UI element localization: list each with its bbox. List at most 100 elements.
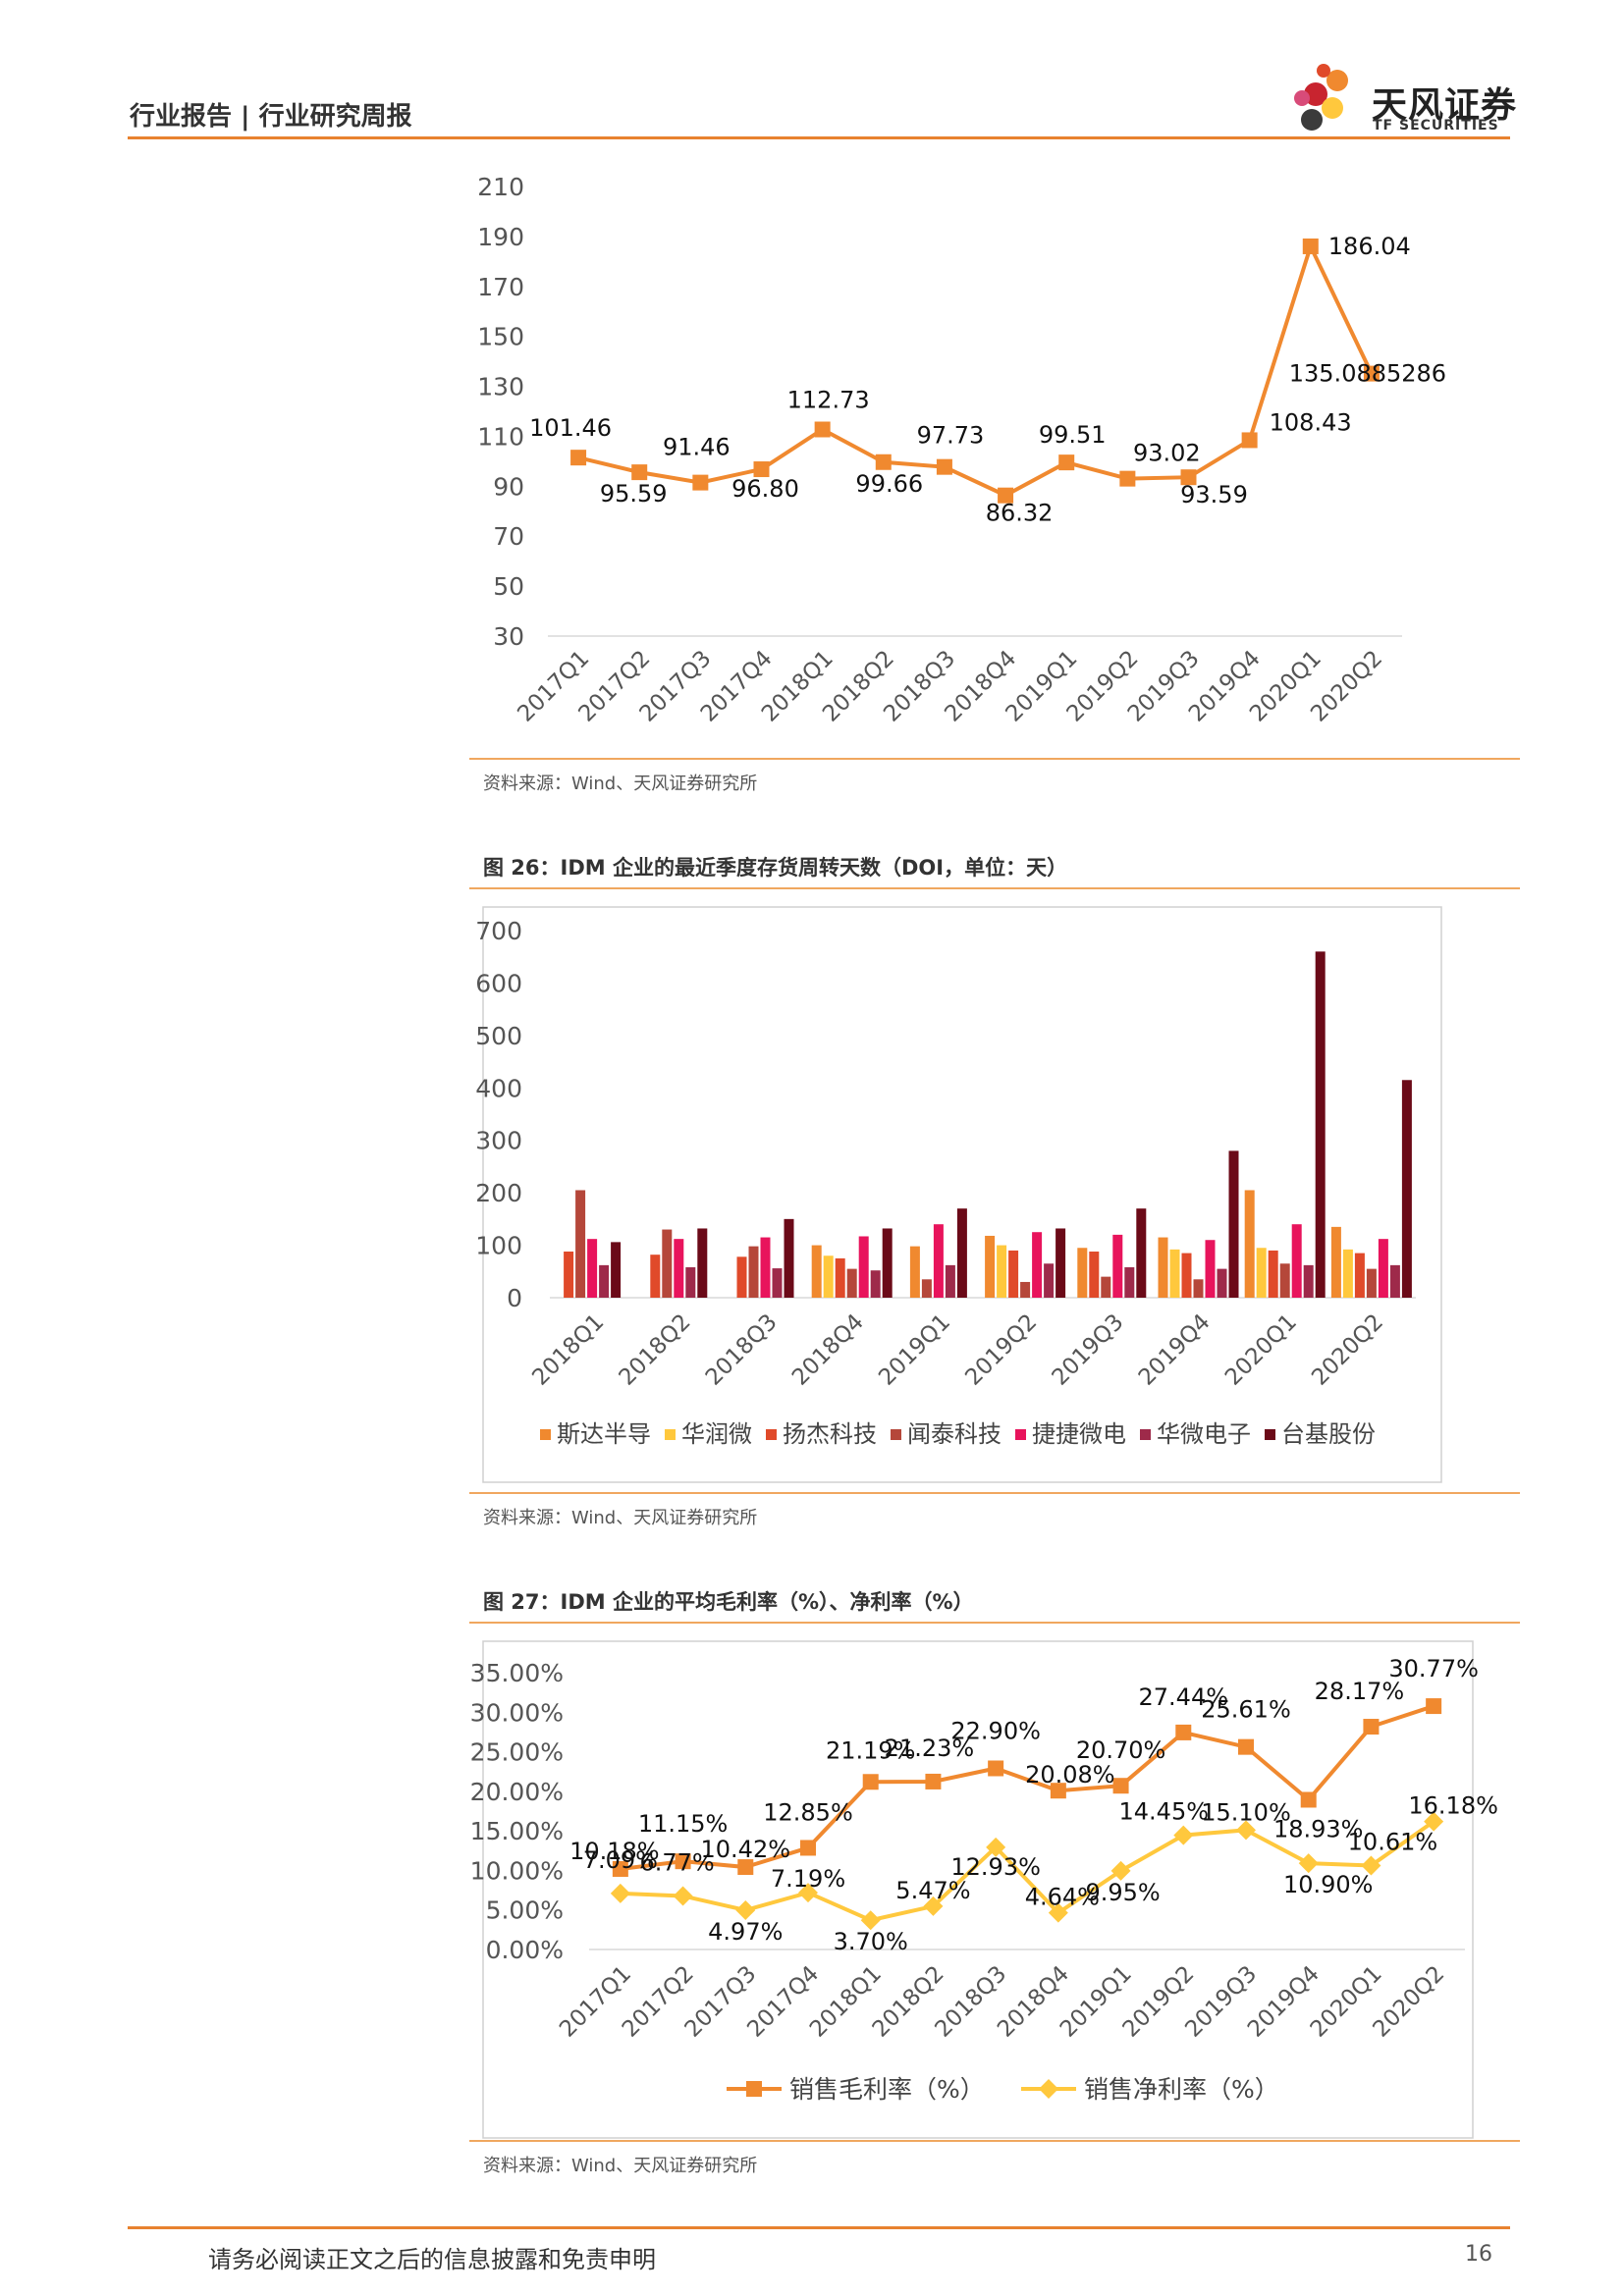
data-label: 96.80 (731, 475, 799, 503)
data-label: 101.46 (529, 414, 612, 442)
y-tick-label: 600 (475, 969, 522, 997)
data-label: 22.90% (950, 1717, 1041, 1744)
bar (650, 1255, 661, 1298)
bar (1044, 1263, 1055, 1298)
bar (1389, 1264, 1400, 1298)
data-point-marker (814, 421, 831, 438)
bar (1136, 1208, 1147, 1298)
data-label: 30.77% (1388, 1655, 1479, 1682)
y-tick-label: 90 (493, 472, 524, 501)
bar (674, 1239, 684, 1298)
data-label: 20.08% (1025, 1761, 1115, 1789)
bar (1124, 1267, 1135, 1298)
data-label: 4.97% (708, 1918, 783, 1946)
figure-26-title: 图 26：IDM 企业的最近季度存货周转天数（DOI，单位：天） (483, 856, 1068, 880)
data-point-marker (1058, 454, 1075, 471)
figure-27-source: 资料来源：Wind、天风证券研究所 (483, 2156, 758, 2176)
bar (1032, 1232, 1043, 1298)
legend-label: 闻泰科技 (907, 1420, 1001, 1448)
bar (909, 1246, 920, 1298)
bar (1112, 1234, 1123, 1298)
bar (587, 1239, 598, 1298)
y-tick-label: 170 (477, 273, 524, 301)
bar (997, 1245, 1007, 1298)
bar (1330, 1226, 1341, 1298)
bar (685, 1267, 696, 1298)
data-point-marker (1238, 1738, 1254, 1755)
legend-swatch (1265, 1429, 1275, 1440)
data-label: 99.51 (1039, 421, 1107, 449)
bar (662, 1229, 673, 1298)
header-divider (128, 136, 1510, 139)
figure-26-bottom-rule (469, 1492, 1520, 1494)
data-label: 86.32 (986, 500, 1054, 527)
y-tick-label: 5.00% (486, 1896, 564, 1925)
data-label: 95.59 (600, 480, 668, 507)
y-tick-label: 300 (475, 1127, 522, 1155)
data-label: 7.19% (771, 1865, 845, 1893)
bar (1244, 1190, 1255, 1298)
data-point-marker (875, 454, 892, 470)
data-label: 186.04 (1328, 233, 1411, 260)
data-point-marker (570, 450, 587, 466)
legend-swatch (891, 1429, 901, 1440)
bar (697, 1228, 708, 1298)
bar (882, 1228, 893, 1298)
bar (1217, 1268, 1227, 1298)
data-point-marker (862, 1774, 879, 1790)
y-tick-label: 15.00% (470, 1817, 564, 1845)
bar (748, 1246, 759, 1298)
data-point-marker (1112, 1778, 1129, 1794)
legend-label: 台基股份 (1281, 1420, 1376, 1448)
y-tick-label: 110 (477, 422, 524, 451)
legend-swatch (665, 1429, 676, 1440)
bar (1268, 1250, 1278, 1298)
data-label: 108.43 (1270, 408, 1352, 436)
figure-26-top-rule (469, 887, 1520, 889)
data-label: 16.18% (1408, 1792, 1498, 1820)
data-label: 6.77% (639, 1848, 714, 1876)
bar (1077, 1248, 1088, 1298)
bar (1169, 1249, 1180, 1298)
y-tick-label: 70 (493, 522, 524, 551)
bar (564, 1251, 574, 1298)
data-label: 112.73 (787, 386, 870, 413)
bar (1089, 1251, 1100, 1298)
y-tick-label: 190 (477, 223, 524, 251)
data-label: 20.70% (1076, 1736, 1166, 1764)
page-number: 16 (1465, 2242, 1492, 2267)
bar (858, 1236, 869, 1298)
data-label: 14.45% (1119, 1798, 1210, 1826)
data-label: 91.46 (663, 434, 731, 461)
data-label: 25.61% (1201, 1696, 1291, 1724)
data-label: 93.59 (1180, 481, 1248, 508)
bar (1378, 1239, 1388, 1298)
y-tick-label: 0.00% (486, 1936, 564, 1964)
data-label: 12.93% (950, 1853, 1041, 1881)
chart-26-bar: 01002003004005006007002018Q1 2018Q2 2018Q3… (475, 906, 1442, 1483)
bar (846, 1268, 857, 1298)
legend-label: 华润微 (681, 1420, 752, 1448)
data-label: 99.66 (855, 470, 923, 498)
bar (1101, 1276, 1111, 1298)
data-point-marker (988, 1760, 1004, 1777)
footer-divider (128, 2226, 1510, 2229)
data-label: 97.73 (917, 422, 985, 450)
bar (575, 1190, 586, 1298)
data-label: 15.10% (1201, 1798, 1291, 1826)
bar (1366, 1268, 1377, 1298)
chart-27-line: 0.00% 5.00% 10.00% 15.00% 20.00% 25.00% 30.00%… (470, 1640, 1498, 2139)
brand-name-en: TF SECURITIES (1373, 118, 1499, 133)
bar (1279, 1263, 1290, 1298)
figure-27-title: 图 27：IDM 企业的平均毛利率（%）、净利率（%） (483, 1590, 974, 1614)
y-tick-label: 500 (475, 1022, 522, 1050)
data-point-marker (1300, 1791, 1317, 1808)
data-point-marker (1241, 432, 1258, 449)
data-point-marker (1175, 1724, 1192, 1740)
y-tick-label: 10.00% (470, 1856, 564, 1885)
figure-27-bottom-rule (469, 2140, 1520, 2142)
y-tick-label: 200 (475, 1179, 522, 1207)
data-label: 93.02 (1133, 440, 1201, 467)
bar (870, 1270, 881, 1298)
legend-swatch (766, 1429, 777, 1440)
